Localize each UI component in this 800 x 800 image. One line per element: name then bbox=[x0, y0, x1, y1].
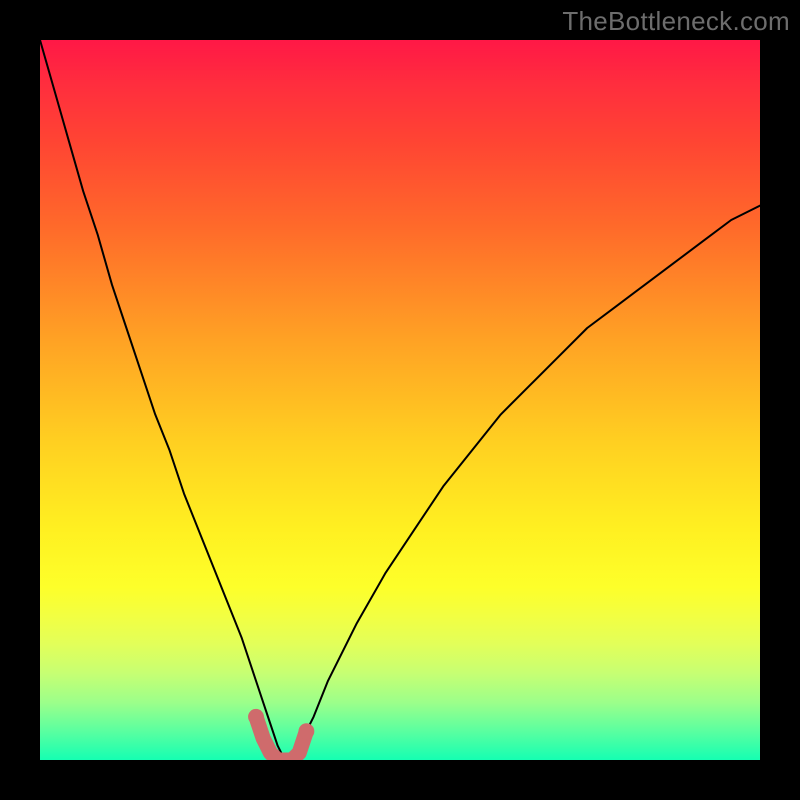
watermark: TheBottleneck.com bbox=[562, 6, 790, 37]
bottleneck-curve bbox=[40, 40, 760, 760]
plot-area bbox=[40, 40, 760, 760]
curve-layer bbox=[40, 40, 760, 760]
chart-stage: TheBottleneck.com bbox=[0, 0, 800, 800]
watermark-text: TheBottleneck.com bbox=[562, 6, 790, 36]
